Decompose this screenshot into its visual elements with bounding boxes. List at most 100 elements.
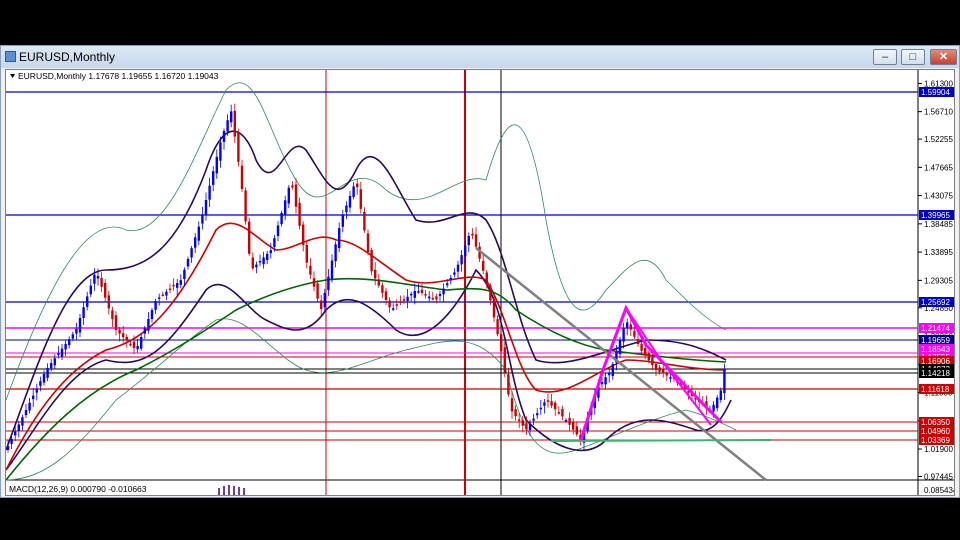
candle-body [82,307,85,318]
candle-body [204,200,208,215]
trendline-down[interactable] [475,247,767,481]
candle-body [536,413,539,416]
candle-body [161,294,164,297]
price-tick-label: 1.01900 [924,445,953,454]
candle-body [716,397,719,409]
candle-body [197,226,200,241]
price-label-text: 1.59904 [921,88,950,97]
candle-body [381,285,384,293]
candle-body [230,111,233,123]
candle-body [219,142,222,161]
candle-body [449,277,452,281]
candle-body [359,189,362,209]
candle-body [399,301,402,303]
window-title: EURUSD,Monthly [19,50,116,64]
candle-body [222,131,226,142]
candle-body [111,310,114,320]
candle-body [528,424,532,431]
price-tick-label: 1.43075 [924,192,953,201]
candle-body [669,377,672,379]
candle-body [507,374,510,395]
candle-body [345,205,348,213]
candle-body [86,296,89,307]
macd-histogram [218,485,245,495]
candle-body [575,426,578,435]
candle-body [388,300,391,308]
candle-body [305,245,308,263]
candle-body [338,228,341,248]
candle-body [647,353,650,361]
candle-body [640,343,643,351]
candle-body [237,133,240,162]
candle-body [330,260,334,280]
candle-body [557,412,560,414]
trendline-support[interactable] [550,439,772,442]
candle-body [410,293,413,296]
candle-body [32,395,35,400]
candle-body [215,156,218,174]
candle-body [183,269,186,280]
dropdown-icon[interactable] [10,74,15,78]
candle-body [392,308,395,310]
candle-body [316,283,319,299]
price-label-text: 1.21474 [921,324,950,333]
price-tick-label: 1.47665 [924,163,953,172]
candle-body [464,245,467,257]
candle-body [57,353,60,355]
candle-body [147,319,150,331]
price-label-text: 1.14218 [921,369,950,378]
indicator-scale-value: 0.085434 [924,486,954,495]
candle-body [438,294,442,296]
candle-body [384,291,388,300]
minimize-button[interactable]: – [873,49,897,65]
candle-body [420,289,424,293]
candle-body [568,417,571,425]
candle-body [474,234,478,247]
candle-body [377,279,380,286]
candle-body [572,421,575,430]
candle-body [298,202,301,226]
window-titlebar[interactable]: EURUSD,Monthly – □ ✕ [1,46,959,68]
candle-body [273,238,276,247]
candle-body [611,364,614,376]
candle-body [485,272,488,284]
candle-body [561,408,564,417]
candle-body [287,187,290,204]
candle-body [6,446,10,450]
candle-body [320,300,323,310]
candle-body [503,347,506,373]
candle-body [114,315,118,330]
candle-body [662,368,665,374]
candle-body [46,367,49,378]
candle-body [539,407,542,410]
candle-body [363,211,366,231]
chart-canvas[interactable]: EURUSD,Monthly 1.17678 1.19655 1.16720 1… [6,70,954,495]
candle-body [658,367,661,372]
close-button[interactable]: ✕ [930,49,957,65]
price-tick-label: 1.56710 [924,108,953,117]
candle-body [24,410,28,416]
maximize-button[interactable]: □ [901,49,925,65]
candle-body [467,235,470,246]
candle-body [168,288,172,291]
candle-body [143,328,146,334]
candle-body [604,377,607,385]
candle-body [165,291,168,296]
candle-body [201,214,204,224]
candle-body [233,110,236,137]
candle-body [100,277,103,287]
candle-body [212,171,215,185]
candle-body [651,357,654,366]
candle-body [600,382,604,385]
candle-body [366,233,370,252]
price-chart[interactable]: EURUSD,Monthly 1.17678 1.19655 1.16720 1… [5,69,955,496]
price-tick-label: 1.29305 [924,276,953,285]
candle-body [226,120,229,132]
candle-body [89,285,92,295]
candle-body [550,401,553,406]
candle-body [294,184,298,207]
candle-body [244,190,247,222]
candle-body [158,297,161,299]
candle-body [186,259,190,267]
candle-body [150,310,154,319]
